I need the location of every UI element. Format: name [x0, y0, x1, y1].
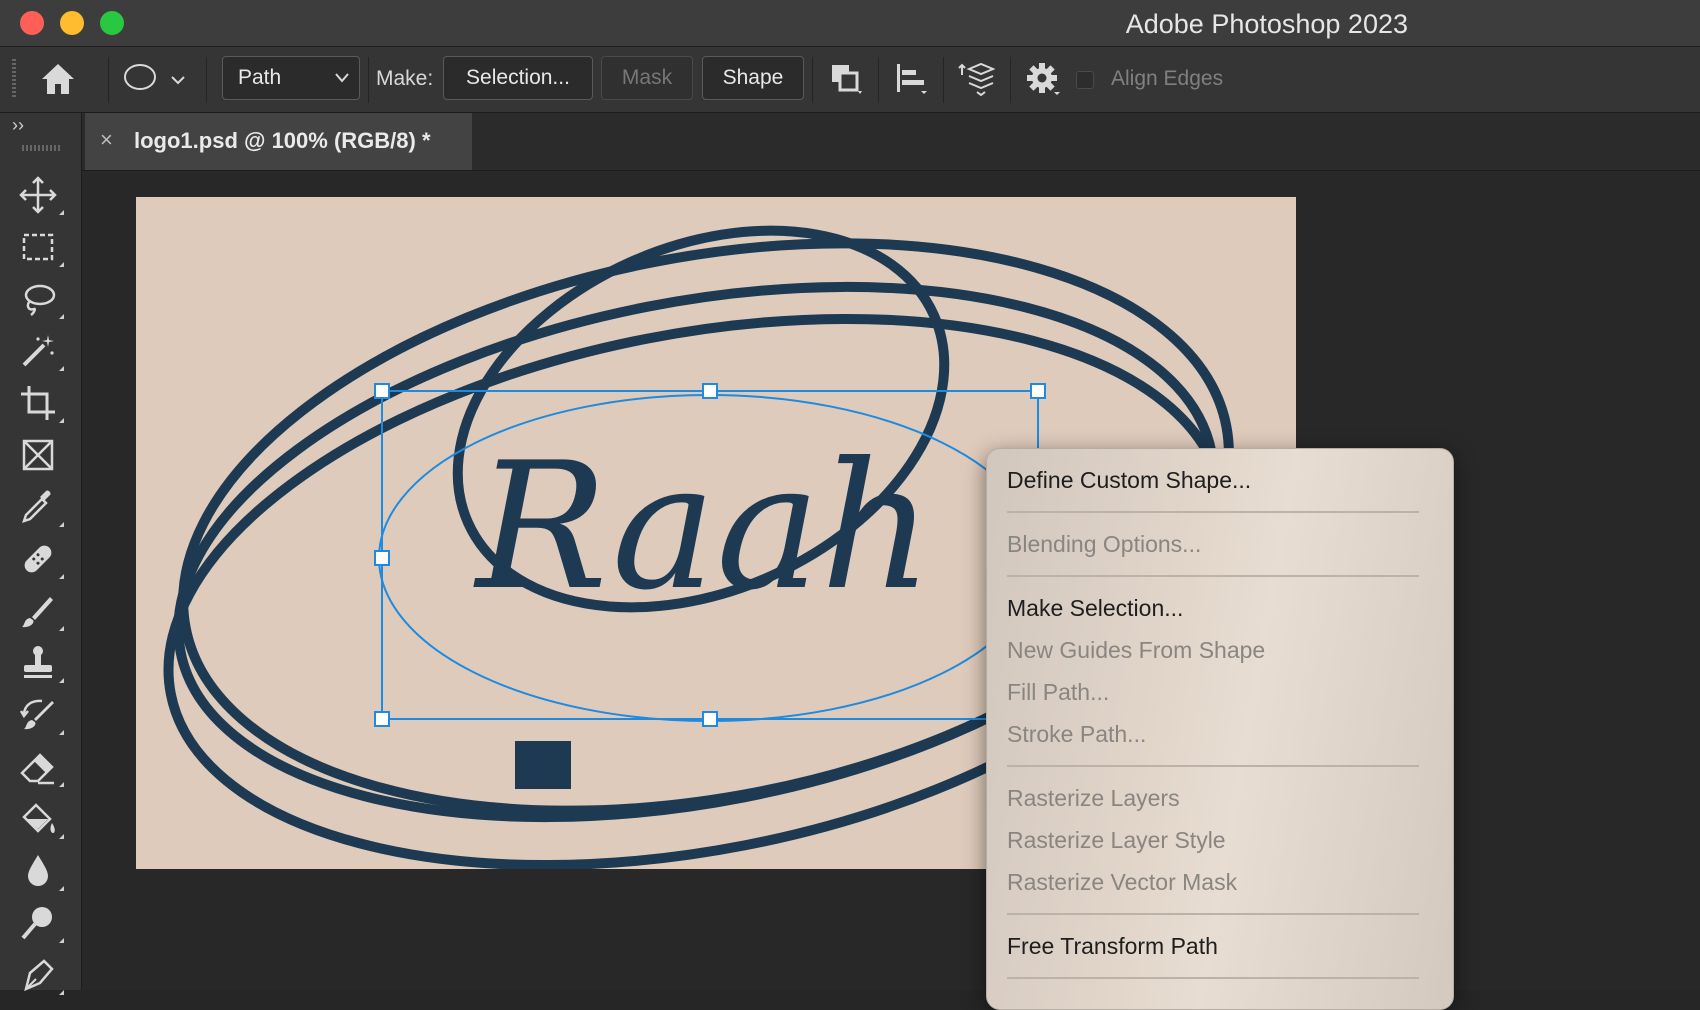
rectangular-marquee-icon[interactable] [18, 227, 66, 269]
history-brush-icon[interactable] [18, 695, 66, 737]
mode-select[interactable]: Path [222, 56, 360, 100]
document-tab[interactable]: × logo1.psd @ 100% (RGB/8) * [85, 113, 472, 170]
options-bar: Path Make: Selection... Mask Shape Align… [0, 47, 1700, 113]
clone-stamp-icon[interactable] [18, 643, 66, 685]
close-tab-button[interactable]: × [100, 127, 113, 153]
crop-icon[interactable] [18, 383, 66, 425]
menu-separator [1007, 913, 1419, 915]
ellipse-tool-icon[interactable] [120, 59, 190, 99]
path-alignment-icon[interactable] [890, 59, 932, 99]
toolbar-grip[interactable] [22, 145, 62, 151]
make-shape-button[interactable]: Shape [702, 56, 804, 100]
menu-item-define-custom-shape[interactable]: Define Custom Shape... [1007, 467, 1251, 494]
blur-icon[interactable] [18, 851, 66, 893]
make-selection-button[interactable]: Selection... [443, 56, 593, 100]
close-window-button[interactable] [20, 11, 44, 35]
chevron-down-icon [335, 73, 349, 83]
menu-item-make-selection[interactable]: Make Selection... [1007, 595, 1183, 622]
menu-item-rasterize-layer-style[interactable]: Rasterize Layer Style [1007, 827, 1226, 854]
path-operations-icon[interactable] [825, 59, 867, 99]
document-tab-label: logo1.psd @ 100% (RGB/8) * [134, 128, 431, 153]
title-bar: Adobe Photoshop 2023 [0, 0, 1700, 47]
healing-brush-icon[interactable] [18, 539, 66, 581]
context-menu: Define Custom Shape... Blending Options.… [986, 448, 1454, 1010]
home-icon[interactable] [36, 57, 80, 101]
make-mask-button[interactable]: Mask [601, 56, 693, 100]
dodge-icon[interactable] [18, 903, 66, 945]
app-title: Adobe Photoshop 2023 [1125, 9, 1408, 39]
tools-panel: ›› [0, 113, 82, 995]
mode-select-value: Path [238, 66, 282, 89]
menu-separator [1007, 765, 1419, 767]
pen-icon[interactable] [18, 955, 66, 997]
paint-bucket-icon[interactable] [18, 799, 66, 841]
menu-item-free-transform-path[interactable]: Free Transform Path [1007, 933, 1218, 960]
logo-text: Raah [473, 426, 933, 629]
zoom-window-button[interactable] [100, 11, 124, 35]
lasso-icon[interactable] [18, 279, 66, 321]
menu-item-fill-path[interactable]: Fill Path... [1007, 679, 1109, 706]
logo-square-mark [515, 741, 571, 789]
move-tool-icon[interactable] [18, 175, 66, 217]
menu-item-rasterize-vector-mask[interactable]: Rasterize Vector Mask [1007, 869, 1237, 896]
magic-wand-icon[interactable] [18, 331, 66, 373]
menu-item-rasterize-layers[interactable]: Rasterize Layers [1007, 785, 1180, 812]
menu-separator [1007, 511, 1419, 513]
menu-item-stroke-path[interactable]: Stroke Path... [1007, 721, 1146, 748]
menu-separator [1007, 575, 1419, 577]
menu-item-new-guides-from-shape[interactable]: New Guides From Shape [1007, 637, 1265, 664]
minimize-window-button[interactable] [60, 11, 84, 35]
eraser-icon[interactable] [18, 747, 66, 789]
make-label: Make: [376, 67, 434, 90]
path-arrangement-icon[interactable] [955, 59, 997, 99]
options-bar-grip[interactable] [12, 59, 16, 99]
brush-icon[interactable] [18, 591, 66, 633]
menu-separator [1007, 977, 1419, 979]
gear-icon[interactable] [1022, 58, 1064, 100]
align-edges-label: Align Edges [1111, 67, 1224, 90]
menu-item-blending-options[interactable]: Blending Options... [1007, 531, 1201, 558]
expand-panels-toggle[interactable]: ›› [12, 115, 24, 136]
frame-icon[interactable] [18, 435, 66, 477]
align-edges-checkbox[interactable] [1076, 71, 1094, 89]
eyedropper-icon[interactable] [18, 487, 66, 529]
